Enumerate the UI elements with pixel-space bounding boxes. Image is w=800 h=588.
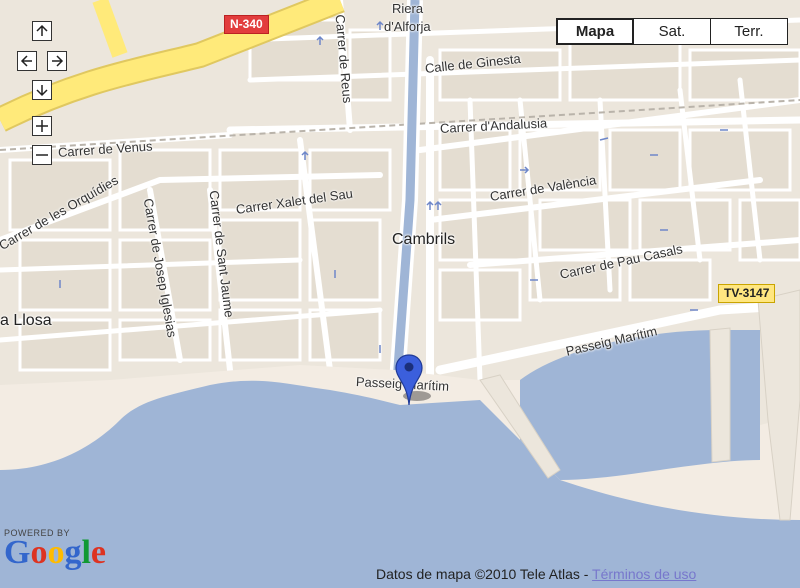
terms-of-use-link[interactable]: Términos de uso [592, 566, 696, 582]
google-logo[interactable]: POWERED BY Google [4, 528, 106, 570]
road-shield-n340: N-340 [224, 15, 269, 35]
map-type-mapa-button[interactable]: Mapa [556, 18, 634, 45]
place-la-llosa: a Llosa [0, 312, 52, 329]
place-cambrils: Cambrils [392, 231, 456, 248]
pan-right-button[interactable] [47, 51, 67, 71]
pan-left-button[interactable] [17, 51, 37, 71]
google-letter: o [30, 534, 48, 571]
google-wordmark: Google [4, 536, 106, 570]
place-riera-line2: d'Alforja [384, 19, 431, 34]
minus-icon [36, 154, 48, 156]
place-riera-line1: Riera [392, 1, 424, 16]
map-tiles [0, 0, 800, 588]
map-pin-icon [395, 354, 431, 406]
pan-up-button[interactable] [32, 21, 52, 41]
google-letter: G [4, 534, 31, 571]
map-type-selector: Mapa Sat. Terr. [556, 18, 788, 45]
location-marker[interactable] [395, 353, 435, 412]
arrow-up-icon [36, 24, 48, 36]
plus-icon [36, 120, 48, 132]
google-letter: o [47, 534, 65, 571]
zoom-in-button[interactable] [32, 116, 52, 136]
map-type-terr-button[interactable]: Terr. [710, 18, 788, 45]
attribution-text: Datos de mapa ©2010 Tele Atlas - [376, 566, 593, 582]
zoom-out-button[interactable] [32, 145, 52, 165]
pan-down-button[interactable] [32, 80, 52, 100]
arrow-left-icon [20, 55, 32, 67]
map-attribution: Datos de mapa ©2010 Tele Atlas - Término… [376, 566, 696, 582]
arrow-down-icon [36, 85, 48, 97]
map-type-sat-button[interactable]: Sat. [633, 18, 711, 45]
google-letter: e [90, 534, 106, 571]
google-letter: l [81, 534, 91, 571]
arrow-right-icon [52, 55, 64, 67]
road-shield-tv3147: TV-3147 [718, 284, 776, 304]
google-letter: g [64, 534, 82, 571]
map-canvas[interactable]: Riera d'Alforja Calle de Ginesta Carrer … [0, 0, 800, 588]
